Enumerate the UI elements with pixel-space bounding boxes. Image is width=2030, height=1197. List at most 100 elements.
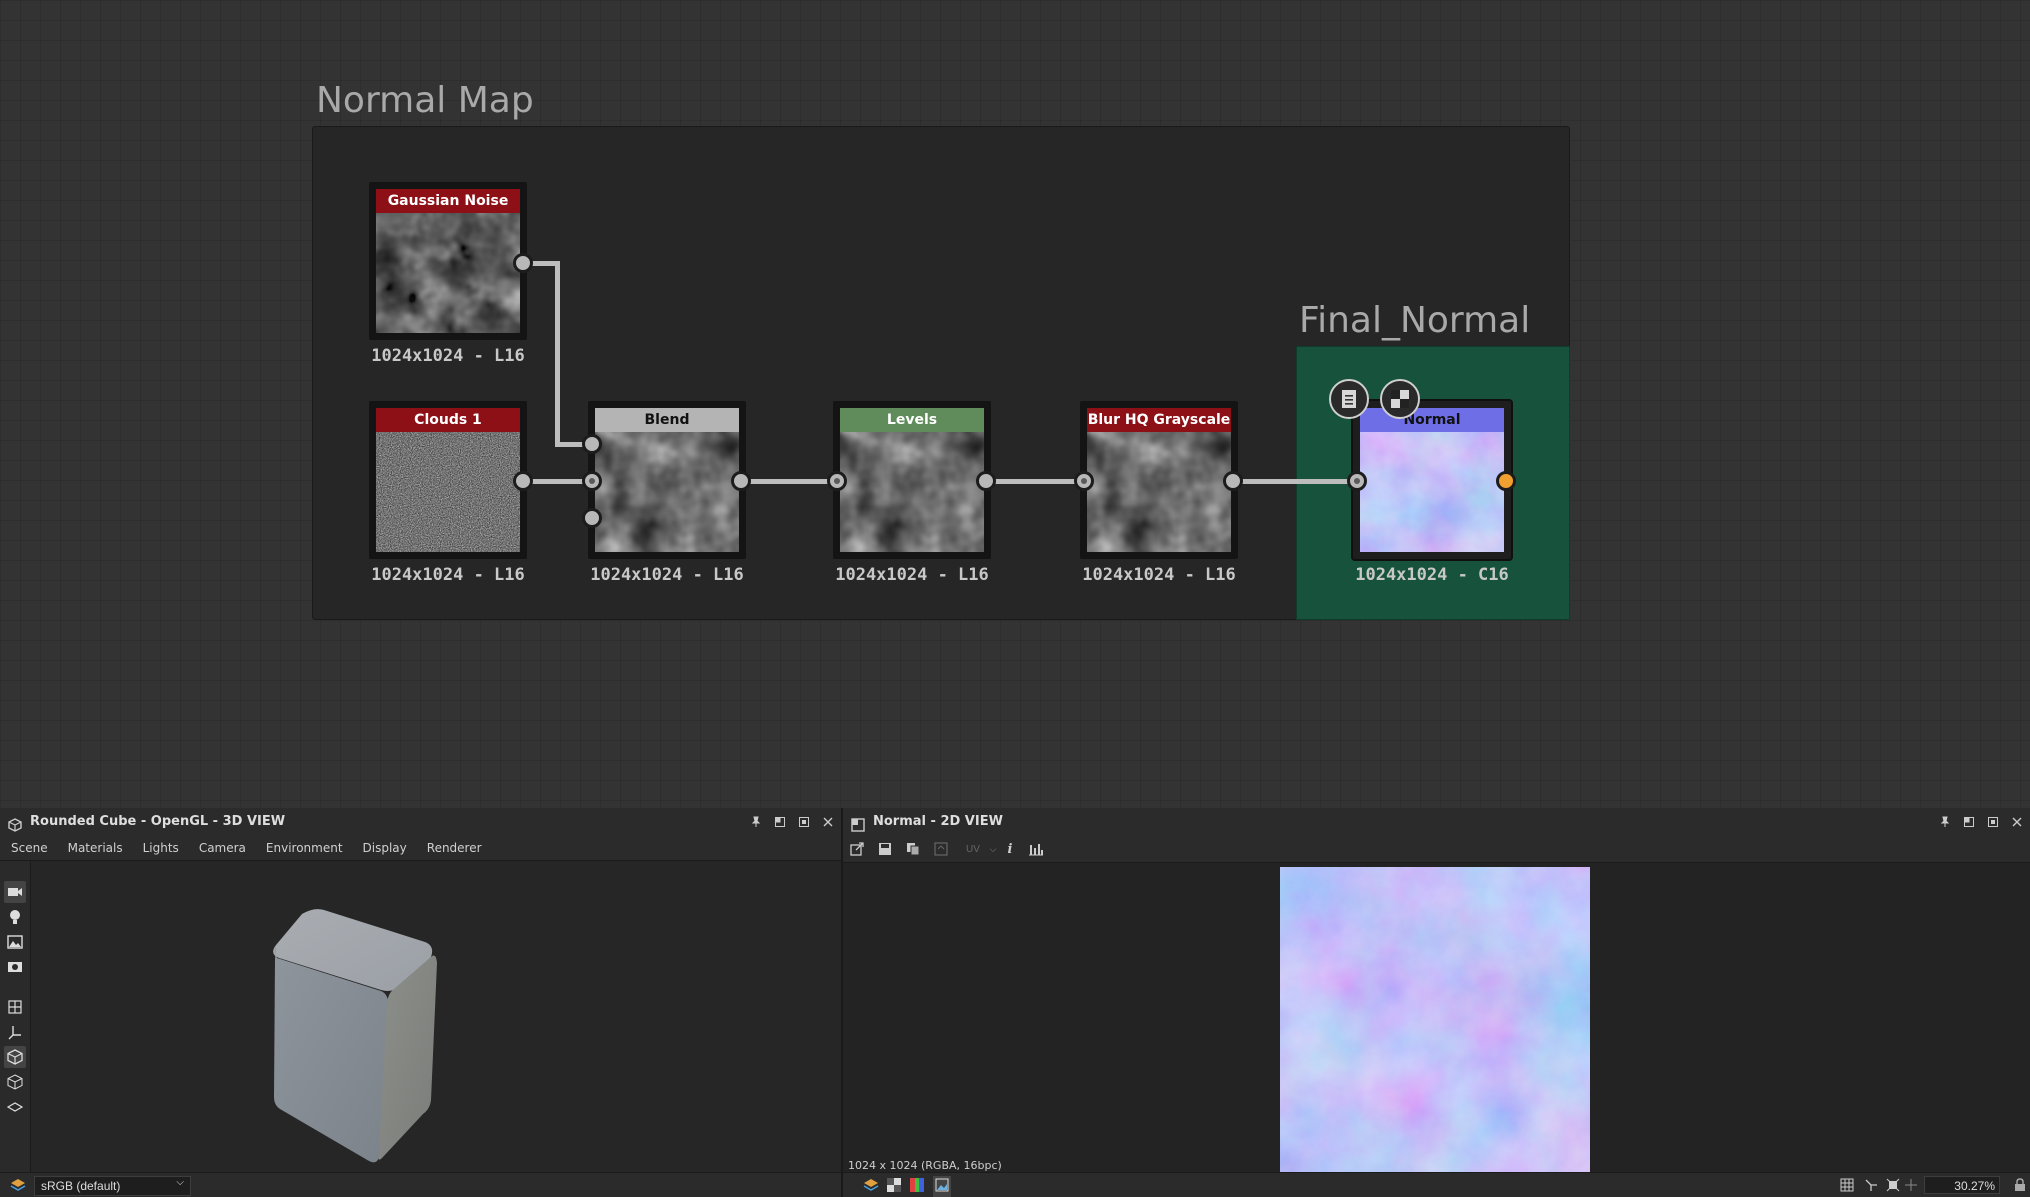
panel-3d-sidebar [0,861,31,1173]
input-port[interactable] [1347,471,1367,491]
output-port[interactable] [513,253,533,273]
export-icon[interactable] [849,841,865,857]
image-info: 1024 x 1024 (RGBA, 16bpc) [848,1159,1002,1172]
node-header: Blur HQ Grayscale [1087,408,1231,432]
output-port[interactable] [731,471,751,491]
menu-renderer[interactable]: Renderer [427,841,482,855]
node-thumbnail [840,432,984,552]
input-port[interactable] [582,508,602,528]
close-icon[interactable] [821,808,835,836]
restore-icon[interactable] [773,808,787,836]
panel-3d-view: Rounded Cube - OpenGL - 3D VIEW Scene Ma… [0,808,843,1197]
output-port[interactable] [513,471,533,491]
layers-icon [10,1177,26,1196]
checker-icon[interactable] [887,1178,901,1195]
render-icon[interactable] [4,956,26,978]
node-clouds-1[interactable]: Clouds 1 [369,401,527,559]
pin-icon[interactable] [749,808,763,836]
refresh-icon[interactable] [933,841,949,857]
chevron-down-icon[interactable]: ⌵ [985,841,1001,857]
menu-environment[interactable]: Environment [266,841,343,855]
menu-lights[interactable]: Lights [143,841,179,855]
menu-camera[interactable]: Camera [199,841,246,855]
uv-toggle[interactable]: UV [962,841,984,857]
maximize-icon[interactable] [1986,808,2000,836]
colorspace-value: sRGB (default) [41,1179,121,1193]
checker-icon[interactable] [1380,379,1420,419]
panel-title: Normal - 2D VIEW [873,814,1003,829]
node-normal[interactable]: Normal [1353,401,1511,559]
restore-icon[interactable] [1962,808,1976,836]
histogram-icon[interactable] [1028,841,1044,857]
grid-icon[interactable] [4,996,26,1018]
chevron-down-icon: ⌵ [176,1177,184,1188]
node-thumbnail [595,432,739,552]
image-view-icon[interactable] [933,1176,951,1197]
wire-gaussian-to-blend-vertical [555,261,560,446]
panel-3d-menubar: Scene Materials Lights Camera Environmen… [0,836,841,861]
viewport-2d[interactable]: 1024 x 1024 (RGBA, 16bpc) [843,863,2030,1177]
colorspace-dropdown[interactable]: sRGB (default) ⌵ [34,1176,191,1196]
light-icon[interactable] [4,906,26,928]
node-blur-hq-grayscale[interactable]: Blur HQ Grayscale [1080,401,1238,559]
rounded-cube-model [273,909,437,1163]
panel-2d-view: Normal - 2D VIEW UV ⌵ i 1024 x 1024 (RGB… [843,808,2030,1197]
output-port[interactable] [1223,471,1243,491]
wire-blur-to-normal [1234,479,1356,484]
output-port[interactable] [976,471,996,491]
input-port[interactable] [1074,471,1094,491]
environment-icon[interactable] [4,931,26,953]
rgb-channels-icon[interactable] [910,1178,924,1195]
layers-icon[interactable] [863,1177,879,1196]
info-icon[interactable]: i [1002,841,1018,857]
close-icon[interactable] [2010,808,2024,836]
input-port[interactable] [827,471,847,491]
node-header: Normal [1360,408,1504,432]
node-thumbnail [376,432,520,552]
node-gaussian-noise[interactable]: Gaussian Noise [369,182,527,340]
wire-blend-to-levels [742,479,838,484]
node-resolution: 1024x1024 - C16 [1355,565,1509,585]
copy-icon[interactable] [905,841,921,857]
zoom-input[interactable]: 30.27% [1924,1176,2000,1194]
panel-3d-titlebar[interactable]: Rounded Cube - OpenGL - 3D VIEW [0,808,841,836]
axis-icon[interactable] [4,1021,26,1043]
save-icon[interactable] [877,841,893,857]
panel-2d-statusbar: 30.27% [843,1172,2030,1197]
node-levels[interactable]: Levels [833,401,991,559]
maximize-icon[interactable] [797,808,811,836]
node-thumbnail [376,213,520,333]
output-port[interactable] [1496,471,1516,491]
node-resolution: 1024x1024 - L16 [835,565,989,585]
node-resolution: 1024x1024 - L16 [1082,565,1236,585]
wireframe-cube-icon[interactable] [4,1071,26,1093]
normal-map-preview [1280,867,1590,1177]
viewport-3d[interactable] [31,861,841,1173]
fit-icon[interactable] [1886,1178,1900,1195]
node-header: Levels [840,408,984,432]
pivot-icon[interactable] [1864,1178,1878,1195]
input-port[interactable] [582,434,602,454]
menu-display[interactable]: Display [363,841,407,855]
cube-icon[interactable] [4,1046,26,1068]
camera-icon[interactable] [4,881,26,903]
node-header: Gaussian Noise [376,189,520,213]
wire-levels-to-blur [987,479,1083,484]
panel-2d-toolbar: UV ⌵ i [843,836,2030,863]
crosshair-icon[interactable] [1904,1178,1918,1195]
grid-icon[interactable] [1840,1178,1854,1195]
lock-icon[interactable] [2014,1178,2026,1195]
menu-materials[interactable]: Materials [68,841,123,855]
graph-canvas[interactable]: Normal Map Final_Normal Gaussian Noise 1… [0,0,2030,808]
node-header: Blend [595,408,739,432]
node-header: Clouds 1 [376,408,520,432]
menu-scene[interactable]: Scene [11,841,48,855]
pin-icon[interactable] [1938,808,1952,836]
frame-title-normal-map[interactable]: Normal Map [316,80,534,121]
document-icon[interactable] [1329,379,1369,419]
plane-icon[interactable] [4,1096,26,1118]
panel-2d-titlebar[interactable]: Normal - 2D VIEW [843,808,2030,836]
node-blend[interactable]: Blend [588,401,746,559]
frame-title-final-normal[interactable]: Final_Normal [1299,300,1530,341]
input-port[interactable] [582,471,602,491]
